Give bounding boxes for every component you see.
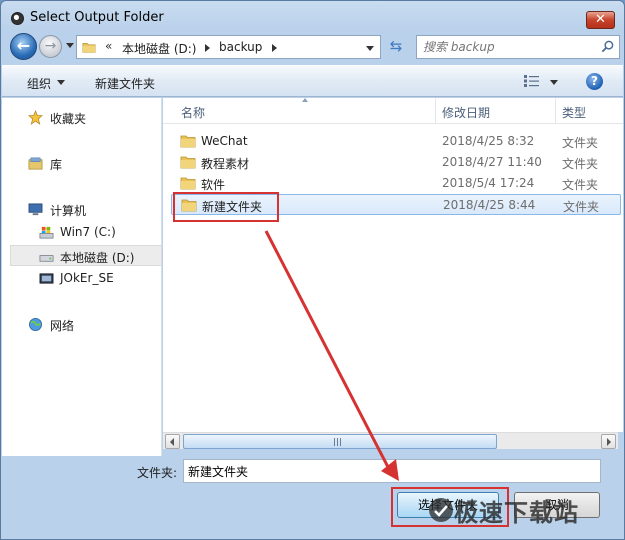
file-row-tutorial-materials[interactable]: 教程素材 2018/4/27 11:40 文件夹 xyxy=(171,152,621,173)
navigation-bar: ← → « 本地磁盘 (D:) backup ⇆ xyxy=(8,33,620,61)
title-bar[interactable]: Select Output Folder ✕ xyxy=(1,1,624,35)
system-drive-icon xyxy=(39,226,54,239)
column-divider xyxy=(435,98,436,124)
recent-locations-dropdown[interactable] xyxy=(66,43,74,48)
column-date[interactable]: 修改日期 xyxy=(442,104,490,121)
star-icon xyxy=(28,110,43,125)
column-header-row: 名称 修改日期 类型 xyxy=(163,98,623,124)
drive-icon xyxy=(39,255,54,262)
breadcrumb-folder[interactable]: backup xyxy=(219,40,262,54)
search-input[interactable] xyxy=(423,39,593,55)
address-dropdown-arrow[interactable] xyxy=(366,46,374,51)
scroll-left-button[interactable] xyxy=(165,434,180,449)
close-button[interactable]: ✕ xyxy=(586,11,615,29)
back-button[interactable]: ← xyxy=(10,33,37,60)
file-type: 文件夹 xyxy=(562,157,599,171)
forward-arrow-icon: → xyxy=(44,38,57,54)
file-date: 2018/4/25 8:44 xyxy=(443,198,536,212)
file-type: 文件夹 xyxy=(562,136,599,150)
command-toolbar: 组织 新建文件夹 ? xyxy=(2,65,623,97)
sidebar-item-drive-d[interactable]: 本地磁盘 (D:) xyxy=(10,245,162,266)
sidebar-item-label: 网络 xyxy=(50,319,75,333)
navigation-pane: 收藏夹 库 计算机 Win7 (C:) 本地磁盘 (D:) JOkEr_SE 网… xyxy=(2,98,162,456)
sidebar-item-libraries[interactable]: 库 xyxy=(2,153,162,174)
grip-icon xyxy=(334,438,342,446)
breadcrumb-separator-arrow[interactable] xyxy=(205,44,210,52)
computer-icon xyxy=(28,203,43,216)
scroll-right-button[interactable] xyxy=(601,434,616,449)
column-name[interactable]: 名称 xyxy=(181,104,205,121)
file-row-software[interactable]: 软件 2018/5/4 17:24 文件夹 xyxy=(171,173,621,194)
refresh-icon: ⇆ xyxy=(389,37,403,55)
forward-button[interactable]: → xyxy=(39,35,62,58)
scroll-thumb[interactable] xyxy=(183,434,497,449)
help-button[interactable]: ? xyxy=(586,73,603,90)
column-type[interactable]: 类型 xyxy=(562,104,586,121)
sort-arrow-icon xyxy=(302,98,308,102)
organize-button[interactable]: 组织 xyxy=(27,75,51,92)
file-name: WeChat xyxy=(201,134,248,148)
back-arrow-icon: ← xyxy=(16,36,31,55)
sidebar-item-label: Win7 (C:) xyxy=(60,225,116,239)
sidebar-item-label: 计算机 xyxy=(50,204,87,218)
breadcrumb-drive[interactable]: 本地磁盘 (D:) xyxy=(122,40,196,57)
view-dropdown-arrow[interactable] xyxy=(550,80,558,85)
highlight-box-new-folder xyxy=(173,192,279,222)
folder-field-label: 文件夹: xyxy=(137,466,178,480)
help-icon: ? xyxy=(591,74,598,88)
column-divider xyxy=(555,98,556,124)
watermark-text: 极速下载站 xyxy=(454,499,579,527)
file-date: 2018/5/4 17:24 xyxy=(442,176,535,190)
file-type: 文件夹 xyxy=(563,200,600,214)
file-type: 文件夹 xyxy=(562,178,599,192)
sidebar-item-label: 本地磁盘 (D:) xyxy=(60,251,135,265)
network-icon xyxy=(29,318,42,331)
dialog-window: Select Output Folder ✕ ← → « 本地磁盘 (D:) b… xyxy=(0,0,625,540)
library-icon xyxy=(28,157,43,170)
folder-icon xyxy=(180,135,196,148)
sidebar-item-network[interactable]: 网络 xyxy=(2,314,162,335)
removable-drive-icon xyxy=(39,273,54,284)
sidebar-item-computer[interactable]: 计算机 xyxy=(2,199,162,220)
breadcrumb-overflow[interactable]: « xyxy=(105,39,112,53)
sidebar-item-drive-joker[interactable]: JOkEr_SE xyxy=(2,268,162,289)
search-box[interactable] xyxy=(416,35,620,59)
folder-icon xyxy=(180,177,196,190)
organize-dropdown-arrow[interactable] xyxy=(57,80,65,85)
file-name: 软件 xyxy=(201,178,226,192)
file-date: 2018/4/27 11:40 xyxy=(442,155,542,169)
app-icon xyxy=(11,12,24,25)
folder-icon xyxy=(180,156,196,169)
folder-icon xyxy=(82,43,96,53)
search-icon xyxy=(601,40,614,53)
sidebar-item-label: 库 xyxy=(50,158,63,172)
file-list: 名称 修改日期 类型 WeChat 2018/4/25 8:32 文件夹 教程素… xyxy=(163,98,623,432)
sidebar-item-label: JOkEr_SE xyxy=(60,271,114,285)
sidebar-item-favorites[interactable]: 收藏夹 xyxy=(2,107,162,128)
address-bar[interactable]: « 本地磁盘 (D:) backup xyxy=(76,35,381,59)
sidebar-item-label: 收藏夹 xyxy=(50,112,87,126)
watermark-logo-icon xyxy=(429,498,453,522)
window-title: Select Output Folder xyxy=(30,10,164,25)
sidebar-item-drive-c[interactable]: Win7 (C:) xyxy=(2,222,162,243)
file-date: 2018/4/25 8:32 xyxy=(442,134,535,148)
view-options-icon[interactable] xyxy=(524,74,540,88)
file-row-wechat[interactable]: WeChat 2018/4/25 8:32 文件夹 xyxy=(171,131,621,152)
refresh-button[interactable]: ⇆ xyxy=(384,35,408,59)
horizontal-scrollbar[interactable] xyxy=(163,432,618,449)
new-folder-button[interactable]: 新建文件夹 xyxy=(95,75,155,92)
close-icon: ✕ xyxy=(595,12,606,27)
breadcrumb-separator-arrow[interactable] xyxy=(272,44,277,52)
file-name: 教程素材 xyxy=(201,157,250,171)
folder-name-input[interactable] xyxy=(183,459,601,483)
